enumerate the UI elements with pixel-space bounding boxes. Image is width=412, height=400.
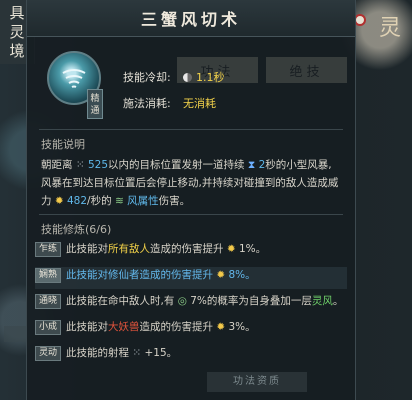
value: 3%。 (228, 321, 256, 333)
bg-tab: 绝技 (266, 57, 347, 83)
cost-value: 无消耗 (183, 97, 216, 110)
cultivation-row[interactable]: 娴熟 此技能对修仙者造成的伤害提升 ✹ 8%。 (35, 267, 347, 289)
skill-tooltip-panel: 三蟹风切术 精通 功法 绝技 技能冷却: 1.1秒 施法消耗: 无消耗 技能说明 (26, 0, 356, 400)
sun-icon: ✹ (226, 243, 236, 255)
chance-icon: ◎ (177, 295, 187, 307)
desc-text: 以内的目标位置发射一道持续 (108, 159, 245, 171)
sun-icon: ✹ (216, 269, 226, 281)
element-value: 风属性 (127, 195, 159, 207)
range-icon: ⁙ (75, 159, 85, 171)
cultivation-tag: 娴熟 (35, 268, 61, 283)
text: 此技能对 (66, 321, 108, 333)
cultivation-row[interactable]: 通晓 此技能在命中敌人时,有 ◎ 7%的概率为自身叠加一层灵风。 (35, 293, 347, 315)
cultivation-tag: 乍练 (35, 242, 61, 257)
skill-description: 朝距离 ⁙ 525以内的目标位置发射一道持续 ⧗ 2秒的小型风暴,风暴在到达目标… (27, 156, 355, 214)
value: 1%。 (239, 243, 267, 255)
value: +15。 (144, 347, 178, 359)
highlight: 灵风 (311, 295, 333, 307)
text: 此技能对修仙者造成的伤害提升 (66, 269, 213, 281)
divider (39, 214, 343, 215)
cultivation-heading: 技能修炼(6/6) (41, 223, 112, 236)
wind-element-icon: ≋ (114, 195, 124, 207)
divider (39, 129, 343, 130)
range-value: 525 (88, 159, 109, 171)
text: 。 (332, 295, 344, 307)
cultivation-text: 此技能在命中敌人时,有 ◎ 7%的概率为自身叠加一层灵风。 (66, 293, 343, 310)
sun-icon: ✹ (216, 321, 226, 333)
skill-header: 精通 功法 绝技 技能冷却: 1.1秒 施法消耗: 无消耗 (27, 37, 355, 129)
cooldown-row: 技能冷却: 1.1秒 (123, 69, 225, 85)
power-value: 482 (67, 195, 88, 207)
cultivation-list: 乍练 此技能对所有敌人造成的伤害提升 ✹ 1%。 娴熟 此技能对修仙者造成的伤害… (27, 241, 355, 367)
hourglass-icon: ⧗ (247, 159, 256, 171)
cultivation-text: 此技能对大妖兽造成的伤害提升 ✹ 3%。 (66, 319, 256, 336)
cultivation-row[interactable]: 小成 此技能对大妖兽造成的伤害提升 ✹ 3%。 (35, 319, 347, 341)
power-icon: ✹ (54, 195, 64, 207)
cultivation-text: 此技能对所有敌人造成的伤害提升 ✹ 1%。 (66, 241, 266, 258)
realm-char: 境 (9, 41, 25, 60)
cultivation-row[interactable]: 灵动 此技能的射程 ⁙ +15。 (35, 345, 347, 367)
description-heading: 技能说明 (41, 138, 85, 151)
cooldown-icon (183, 72, 192, 82)
cultivation-tag: 通晓 (35, 294, 61, 309)
range-icon: ⁙ (132, 347, 142, 359)
skill-title: 三蟹风切术 (140, 10, 241, 29)
cultivation-text: 此技能对修仙者造成的伤害提升 ✹ 8%。 (66, 267, 256, 284)
text: 的概率为自身叠加一层 (206, 295, 312, 307)
cooldown-value: 1.1秒 (196, 71, 225, 84)
value: 8%。 (228, 269, 256, 281)
title-bar: 三蟹风切术 (27, 0, 355, 37)
realm-char: 具 (9, 3, 25, 22)
highlight: 大妖兽 (108, 321, 140, 333)
realm-char: 灵 (9, 22, 25, 41)
cost-label: 施法消耗: (123, 97, 171, 110)
text: 此技能对 (66, 243, 108, 255)
highlight: 所有敌人 (108, 243, 150, 255)
text: 此技能在命中敌人时,有 (66, 295, 175, 307)
desc-text: 朝距离 (41, 159, 73, 171)
desc-text: 伤害。 (158, 195, 191, 207)
spirit-calligraphy: 灵 (378, 16, 401, 41)
text: 造成的伤害提升 (150, 243, 224, 255)
cultivation-tag: 灵动 (35, 346, 61, 361)
text: 造成的伤害提升 (139, 321, 214, 333)
cost-row: 施法消耗: 无消耗 (123, 95, 216, 111)
mastery-badge: 精通 (87, 89, 103, 119)
cultivation-tag: 小成 (35, 320, 61, 335)
cultivation-row[interactable]: 乍练 此技能对所有敌人造成的伤害提升 ✹ 1%。 (35, 241, 347, 263)
text: 此技能的射程 (66, 347, 129, 359)
cultivation-text: 此技能的射程 ⁙ +15。 (66, 345, 177, 362)
cooldown-label: 技能冷却: (123, 71, 171, 84)
background-button: 功法资质 (207, 372, 307, 392)
value: 7% (190, 295, 207, 307)
desc-text: /秒的 (87, 195, 112, 207)
